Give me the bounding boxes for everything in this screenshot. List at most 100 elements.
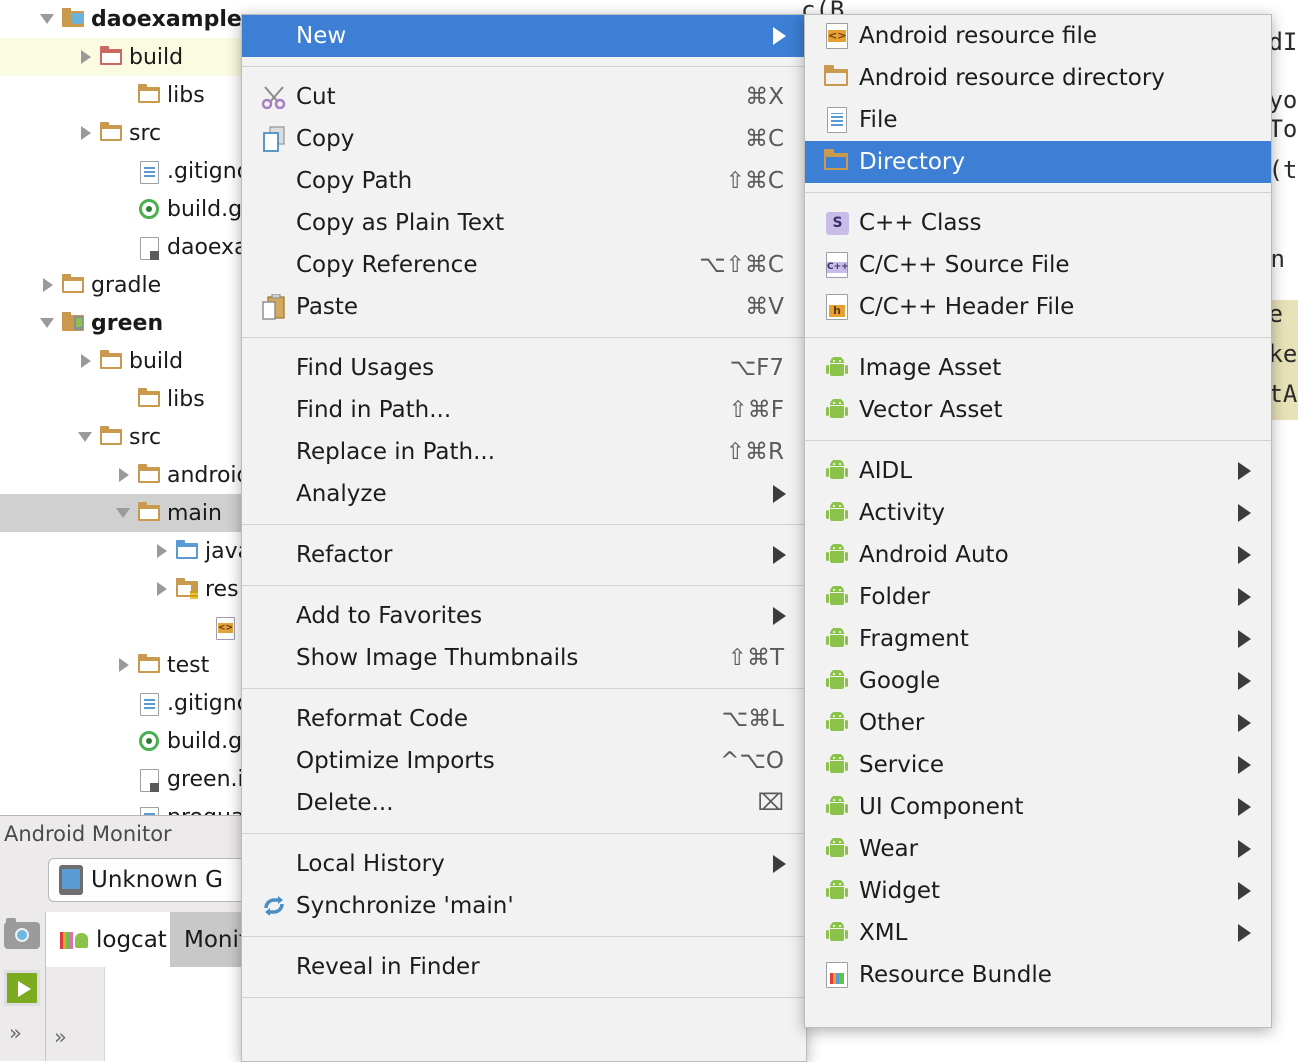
project-context-menu[interactable]: New Cut⌘XCopy⌘CCopy Path⇧⌘CCopy as Plain … [241, 14, 807, 1062]
menu-item-refactor[interactable]: Refactor [242, 534, 806, 576]
android-monitor-title: Android Monitor [4, 822, 172, 846]
logcat-output-pane[interactable]: » [46, 967, 245, 1061]
tree-row[interactable]: green [0, 304, 245, 342]
menu-item-android-resource-file[interactable]: Android resource file [805, 15, 1271, 57]
chevron-right-icon[interactable] [152, 540, 174, 562]
menu-item-local-history[interactable]: Local History [242, 843, 806, 885]
chevron-right-icon[interactable] [76, 46, 98, 68]
chevron-right-icon[interactable] [152, 578, 174, 600]
menu-item-replace-in-path[interactable]: Replace in Path...⇧⌘R [242, 431, 806, 473]
tree-row[interactable]: androidTest [0, 456, 245, 494]
tree-row[interactable]: test [0, 646, 245, 684]
tree-row[interactable]: daoexamplegenerator [0, 0, 245, 38]
chevron-right-icon[interactable] [114, 464, 136, 486]
menu-item-reveal-in-finder[interactable]: Reveal in Finder [242, 946, 806, 988]
tree-row[interactable]: build.gradle [0, 190, 245, 228]
menu-item-find-in-path[interactable]: Find in Path...⇧⌘F [242, 389, 806, 431]
tree-row[interactable]: gradle [0, 266, 245, 304]
screen-record-icon[interactable] [4, 970, 40, 1006]
menu-item-copy[interactable]: Copy⌘C [242, 118, 806, 160]
menu-item-other[interactable]: Other [805, 702, 1271, 744]
menu-item-widget[interactable]: Widget [805, 870, 1271, 912]
chevron-down-icon[interactable] [38, 8, 60, 30]
monitor-gutter-toolbar[interactable]: » [0, 912, 46, 1061]
tree-row[interactable]: build [0, 38, 245, 76]
menu-item-copy-path[interactable]: Copy Path⇧⌘C [242, 160, 806, 202]
tree-spacer [114, 198, 136, 220]
menu-item-folder[interactable]: Folder [805, 576, 1271, 618]
tab-monitors[interactable]: Monit [170, 912, 245, 967]
menu-item-xml[interactable]: XML [805, 912, 1271, 954]
screenshot-icon[interactable] [4, 922, 40, 949]
tree-row[interactable]: green.iml [0, 760, 245, 798]
tab-logcat[interactable]: logcat [46, 912, 170, 967]
chevron-right-icon[interactable] [76, 122, 98, 144]
tree-row[interactable]: java [0, 532, 245, 570]
menu-item-resource-bundle[interactable]: Resource Bundle [805, 954, 1271, 996]
menu-item-c-class[interactable]: SC++ Class [805, 202, 1271, 244]
chevron-right-icon[interactable] [38, 274, 60, 296]
chevron-right-icon[interactable] [76, 350, 98, 372]
android-icon [821, 834, 855, 864]
menu-item-label: Refactor [296, 542, 392, 568]
menu-item-file[interactable]: File [805, 99, 1271, 141]
menu-item-delete[interactable]: Delete...⌧ [242, 782, 806, 824]
menu-item-reformat-code[interactable]: Reformat Code⌥⌘L [242, 698, 806, 740]
menu-item-analyze[interactable]: Analyze [242, 473, 806, 515]
menu-item-show-image-thumbnails[interactable]: Show Image Thumbnails⇧⌘T [242, 637, 806, 679]
menu-item-cut[interactable]: Cut⌘X [242, 76, 806, 118]
menu-item-wear[interactable]: Wear [805, 828, 1271, 870]
chevron-down-icon[interactable] [76, 426, 98, 448]
menu-item-ui-component[interactable]: UI Component [805, 786, 1271, 828]
chevron-right-icon[interactable] [114, 654, 136, 676]
tree-row-label: .gitignore [167, 691, 245, 716]
monitor-tabstrip[interactable]: logcat Monit [46, 912, 245, 967]
device-selector[interactable]: Unknown G [48, 858, 245, 902]
menu-item-android-resource-directory[interactable]: Android resource directory [805, 57, 1271, 99]
menu-item-shortcut: ⌘X [745, 84, 784, 110]
menu-item-fragment[interactable]: Fragment [805, 618, 1271, 660]
logcat-expand-icon[interactable]: » [54, 1025, 65, 1049]
menu-item-c-c-source-file[interactable]: C/C++ Source File [805, 244, 1271, 286]
gutter-expand-icon[interactable]: » [9, 1021, 20, 1045]
tree-row[interactable]: .gitignore [0, 152, 245, 190]
menu-item-optimize-imports[interactable]: Optimize Imports^⌥O [242, 740, 806, 782]
android-icon [821, 353, 855, 383]
tree-row[interactable]: AndroidManifest.xml [0, 608, 245, 646]
menu-item-paste[interactable]: Paste⌘V [242, 286, 806, 328]
menu-item-label: Android resource directory [859, 65, 1165, 91]
chevron-down-icon[interactable] [114, 502, 136, 524]
menu-item-add-to-favorites[interactable]: Add to Favorites [242, 595, 806, 637]
tree-row[interactable]: src [0, 114, 245, 152]
tree-row[interactable]: libs [0, 76, 245, 114]
menu-item-copy-as-plain-text[interactable]: Copy as Plain Text [242, 202, 806, 244]
project-tool-window[interactable]: daoexamplegeneratorbuildlibssrc.gitignor… [0, 0, 245, 820]
menu-item-activity[interactable]: Activity [805, 492, 1271, 534]
menu-item-directory[interactable]: Directory [805, 141, 1271, 183]
tree-row[interactable]: .gitignore [0, 684, 245, 722]
menu-item-label: Service [859, 752, 944, 778]
menu-item-service[interactable]: Service [805, 744, 1271, 786]
menu-item-google[interactable]: Google [805, 660, 1271, 702]
android-monitor-panel[interactable]: Android Monitor Unknown G » logcat Monit… [0, 815, 245, 1061]
tree-row[interactable]: build.gradle [0, 722, 245, 760]
menu-item-android-auto[interactable]: Android Auto [805, 534, 1271, 576]
menu-item-c-c-header-file[interactable]: C/C++ Header File [805, 286, 1271, 328]
chevron-down-icon[interactable] [38, 312, 60, 334]
tree-row[interactable]: res [0, 570, 245, 608]
new-submenu[interactable]: Android resource file Android resource di… [804, 14, 1272, 1028]
tree-row[interactable]: daoexamplegenerator.iml [0, 228, 245, 266]
tree-row[interactable]: libs [0, 380, 245, 418]
menu-item-vector-asset[interactable]: Vector Asset [805, 389, 1271, 431]
menu-item-aidl[interactable]: AIDL [805, 450, 1271, 492]
tree-row[interactable]: main [0, 494, 245, 532]
submenu-arrow-icon [1238, 504, 1251, 522]
menu-item-find-usages[interactable]: Find Usages⌥F7 [242, 347, 806, 389]
menu-item-copy-reference[interactable]: Copy Reference⌥⇧⌘C [242, 244, 806, 286]
menu-item-new[interactable]: New [242, 15, 806, 57]
tree-row[interactable]: src [0, 418, 245, 456]
menu-item-image-asset[interactable]: Image Asset [805, 347, 1271, 389]
menu-item-synchronize-main[interactable]: Synchronize 'main' [242, 885, 806, 927]
tree-row[interactable]: build [0, 342, 245, 380]
menu-item-label: Delete... [296, 790, 394, 816]
